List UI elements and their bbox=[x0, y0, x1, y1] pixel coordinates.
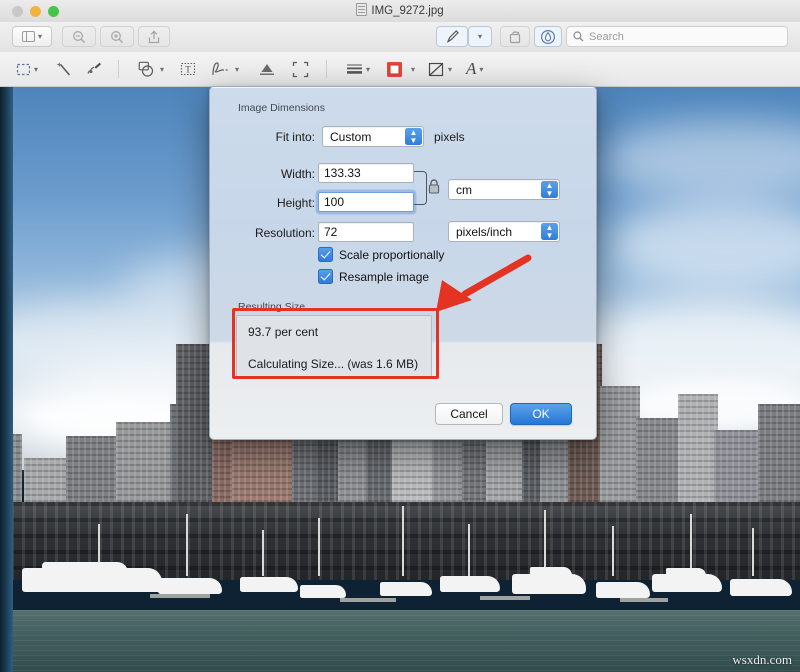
rotate-button[interactable] bbox=[500, 26, 530, 47]
height-input[interactable]: 100 bbox=[318, 192, 414, 212]
adjust-size-tool-button[interactable] bbox=[292, 58, 309, 80]
checkbox-checked-icon bbox=[318, 269, 333, 284]
sidebar-icon bbox=[22, 31, 35, 42]
line-weight-icon bbox=[346, 62, 363, 76]
image-dimensions-title: Image Dimensions bbox=[238, 102, 325, 114]
zoom-out-button[interactable] bbox=[62, 26, 96, 47]
red-arrow-pointing-to-resulting-size[interactable] bbox=[420, 250, 540, 320]
border-color-tool-button[interactable]: ▾ bbox=[386, 58, 415, 80]
chevron-down-icon: ▾ bbox=[366, 65, 370, 74]
annotate-button[interactable] bbox=[534, 26, 562, 47]
fill-color-tool-button[interactable]: ▾ bbox=[428, 58, 452, 80]
photo-left-border bbox=[0, 0, 13, 672]
size-unit-value: cm bbox=[456, 183, 472, 197]
ok-button[interactable]: OK bbox=[510, 403, 572, 425]
sidebar-button[interactable]: ▾ bbox=[12, 26, 52, 47]
fit-into-select[interactable]: Custom ▲▼ bbox=[322, 126, 424, 147]
font-letter-a-icon: A bbox=[466, 59, 476, 79]
chevron-down-icon: ▾ bbox=[411, 65, 415, 74]
adjust-color-tool-button[interactable] bbox=[258, 58, 276, 80]
window-title-text: IMG_9272.jpg bbox=[371, 5, 443, 17]
fit-into-label: Fit into: bbox=[240, 130, 315, 144]
chevron-down-icon: ▾ bbox=[235, 65, 239, 74]
adjust-color-icon bbox=[258, 61, 276, 77]
zoom-in-button[interactable] bbox=[100, 26, 134, 47]
watermark: wsxdn.com bbox=[732, 652, 792, 668]
share-icon bbox=[148, 30, 160, 44]
lock-icon bbox=[428, 179, 440, 194]
window-title: IMG_9272.jpg bbox=[0, 3, 800, 17]
width-input[interactable]: 133.33 bbox=[318, 163, 414, 183]
sketch-tool-button[interactable] bbox=[86, 58, 103, 80]
shape-style-tool-button[interactable]: ▾ bbox=[346, 58, 370, 80]
resample-image-checkbox[interactable]: Resample image bbox=[318, 269, 429, 284]
red-highlight-box-resulting-size[interactable] bbox=[232, 308, 439, 379]
height-label: Height: bbox=[240, 196, 315, 210]
rectangular-selection-icon bbox=[16, 62, 31, 77]
cancel-button[interactable]: Cancel bbox=[435, 403, 503, 425]
text-style-tool-button[interactable]: A ▾ bbox=[466, 58, 483, 80]
resolution-label: Resolution: bbox=[230, 226, 315, 240]
share-button[interactable] bbox=[138, 26, 170, 47]
border-color-swatch-icon bbox=[386, 61, 403, 78]
chevron-down-icon: ▾ bbox=[479, 65, 483, 74]
sketch-pencil-icon bbox=[86, 61, 103, 78]
chevron-down-icon: ▾ bbox=[478, 32, 482, 41]
fit-into-unit-label: pixels bbox=[434, 130, 465, 144]
fill-color-icon bbox=[428, 61, 445, 78]
photo-water bbox=[0, 610, 800, 672]
shapes-icon bbox=[138, 61, 157, 78]
window-titlebar: IMG_9272.jpg bbox=[0, 0, 800, 23]
stepper-arrows-icon[interactable]: ▲▼ bbox=[541, 223, 558, 240]
zoom-in-icon bbox=[110, 30, 124, 44]
document-icon bbox=[356, 3, 367, 16]
resolution-unit-value: pixels/inch bbox=[456, 225, 512, 239]
size-unit-select[interactable]: cm ▲▼ bbox=[448, 179, 560, 200]
shapes-tool-button[interactable]: ▾ bbox=[138, 58, 164, 80]
resolution-input[interactable]: 72 bbox=[318, 222, 414, 242]
search-field[interactable]: Search bbox=[566, 26, 788, 47]
sign-tool-button[interactable]: ▾ bbox=[210, 58, 239, 80]
text-box-icon: T bbox=[180, 61, 196, 77]
instant-alpha-tool-button[interactable] bbox=[56, 58, 73, 80]
fit-into-value: Custom bbox=[330, 130, 371, 144]
checkbox-checked-icon bbox=[318, 247, 333, 262]
signature-icon bbox=[210, 61, 232, 78]
main-toolbar: ▾ ▾ Search bbox=[0, 22, 800, 53]
svg-text:T: T bbox=[185, 64, 191, 74]
selection-tool-button[interactable]: ▾ bbox=[16, 58, 38, 80]
chevron-down-icon: ▾ bbox=[160, 65, 164, 74]
markup-pen-icon bbox=[445, 29, 460, 44]
chevron-down-icon: ▾ bbox=[38, 32, 42, 41]
search-placeholder: Search bbox=[589, 31, 624, 43]
magic-wand-icon bbox=[56, 61, 73, 78]
rotate-icon bbox=[508, 30, 522, 44]
zoom-out-icon bbox=[72, 30, 86, 44]
stepper-arrows-icon[interactable]: ▲▼ bbox=[541, 181, 558, 198]
search-icon bbox=[573, 31, 584, 42]
proportion-link-bracket bbox=[414, 171, 427, 205]
chevron-down-icon: ▾ bbox=[448, 65, 452, 74]
width-label: Width: bbox=[240, 167, 315, 181]
chevron-down-icon: ▾ bbox=[34, 65, 38, 74]
markup-options-button[interactable]: ▾ bbox=[468, 26, 492, 47]
resolution-unit-select[interactable]: pixels/inch ▲▼ bbox=[448, 221, 560, 242]
stepper-arrows-icon[interactable]: ▲▼ bbox=[405, 128, 422, 145]
markup-toolbar: ▾ ▾ T ▾ ▾ ▾ ▾ A ▾ bbox=[0, 52, 800, 87]
annotate-icon bbox=[540, 29, 556, 45]
resample-image-label: Resample image bbox=[339, 270, 429, 284]
markup-button[interactable] bbox=[436, 26, 468, 47]
text-tool-button[interactable]: T bbox=[180, 58, 196, 80]
adjust-size-icon bbox=[292, 61, 309, 78]
